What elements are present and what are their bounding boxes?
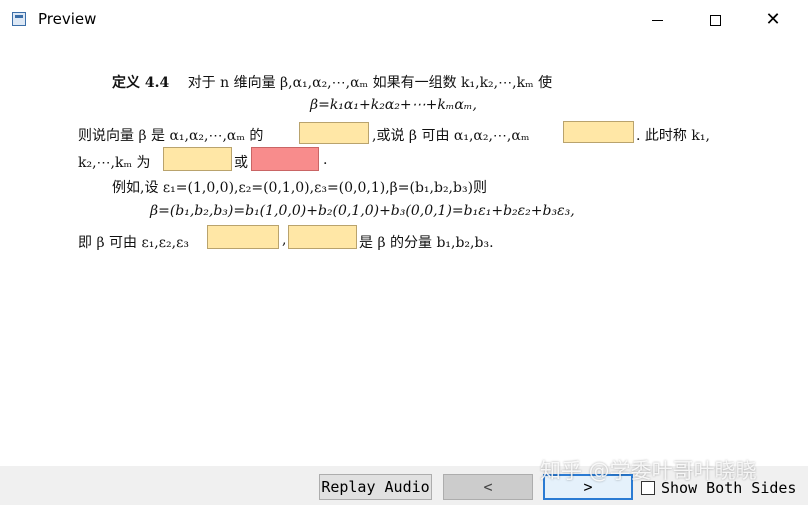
minimize-icon [651, 19, 663, 21]
answer-blank-2[interactable] [563, 121, 634, 143]
definition-heading: 定义 4.4 [112, 75, 170, 91]
line3-text-c: . 此时称 k₁, [636, 128, 710, 144]
title-bar: Preview ✕ [0, 0, 808, 40]
minimize-button[interactable] [634, 4, 680, 36]
line7-text-a: 即 β 可由 ε₁,ε₂,ε₃ [78, 235, 189, 251]
answer-blank-6[interactable] [288, 225, 357, 249]
answer-blank-4-active[interactable] [251, 147, 319, 171]
window-icon [12, 12, 26, 26]
definition-text: 对于 n 维向量 β,α₁,α₂,⋯,αₘ 如果有一组数 k₁,k₂,⋯,kₘ … [187, 75, 553, 91]
watermark: 知乎 @学委叶哥叶晓晓 [540, 459, 757, 483]
line3-text-a: 则说向量 β 是 α₁,α₂,⋯,αₘ 的 [78, 128, 264, 144]
replay-audio-button[interactable]: Replay Audio [319, 474, 432, 500]
line7-text-b: , [282, 232, 287, 248]
answer-blank-3[interactable] [163, 147, 232, 171]
formula-line: β=k₁α₁+k₂α₂+⋯+kₘαₘ, [310, 97, 477, 113]
line4-text-c: . [323, 152, 328, 168]
line4-text-b: 或 [234, 155, 248, 171]
definition-line: 定义 4.4 对于 n 维向量 β,α₁,α₂,⋯,αₘ 如果有一组数 k₁,k… [112, 72, 552, 92]
close-button[interactable]: ✕ [750, 4, 796, 36]
close-icon: ✕ [765, 9, 781, 30]
card-content: 定义 4.4 对于 n 维向量 β,α₁,α₂,⋯,αₘ 如果有一组数 k₁,k… [0, 40, 808, 466]
answer-blank-5[interactable] [207, 225, 279, 249]
example-line: 例如,设 ε₁=(1,0,0),ε₂=(0,1,0),ε₃=(0,0,1),β=… [112, 180, 488, 196]
line7-text-c: 是 β 的分量 b₁,b₂,b₃. [359, 235, 494, 251]
maximize-icon [709, 14, 721, 26]
window-title: Preview [38, 10, 97, 28]
line4-text-a: k₂,⋯,kₘ 为 [78, 155, 151, 171]
answer-blank-1[interactable] [299, 122, 369, 144]
line3-text-b: ,或说 β 可由 α₁,α₂,⋯,αₘ [372, 128, 530, 144]
expansion-formula: β=(b₁,b₂,b₃)=b₁(1,0,0)+b₂(0,1,0)+b₃(0,0,… [150, 203, 575, 219]
maximize-button[interactable] [692, 4, 738, 36]
previous-button[interactable]: < [443, 474, 533, 500]
